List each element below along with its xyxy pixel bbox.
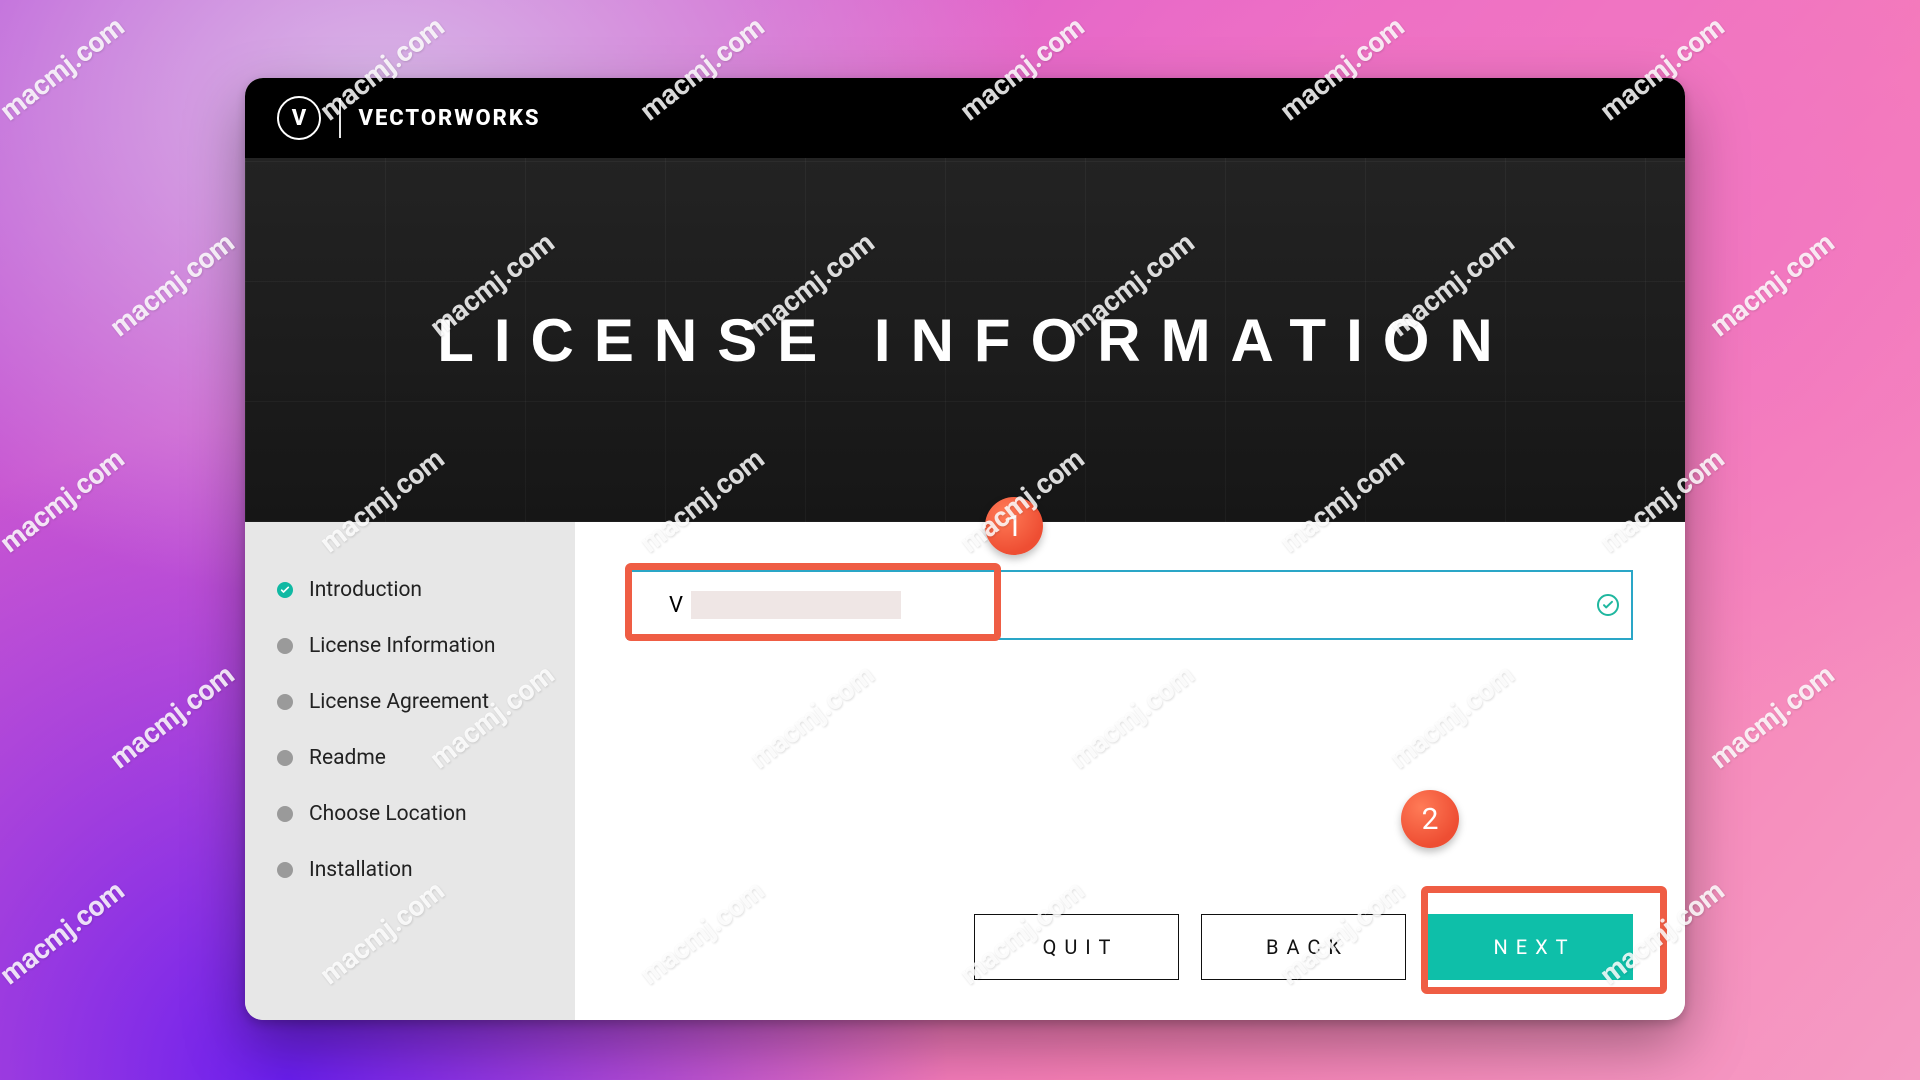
page-title: LICENSE INFORMATION <box>417 306 1513 375</box>
back-button[interactable]: BACK <box>1201 914 1406 980</box>
step-license-information[interactable]: License Information <box>273 618 547 674</box>
logo-letter: V <box>292 106 306 131</box>
step-label: Installation <box>309 858 413 882</box>
dot-icon <box>277 806 293 822</box>
steps-sidebar: Introduction License Information License… <box>245 522 575 1020</box>
step-label: License Information <box>309 634 495 658</box>
hero-banner: LICENSE INFORMATION <box>245 158 1685 522</box>
content-body: Introduction License Information License… <box>245 522 1685 1020</box>
step-introduction[interactable]: Introduction <box>273 562 547 618</box>
step-label: Readme <box>309 746 386 770</box>
watermark-text: macmj.com <box>0 10 131 127</box>
divider <box>339 98 341 138</box>
annotation-number: 1 <box>1006 509 1023 544</box>
step-license-agreement[interactable]: License Agreement <box>273 674 547 730</box>
quit-button[interactable]: QUIT <box>974 914 1179 980</box>
redacted-segment <box>691 591 901 619</box>
dot-icon <box>277 694 293 710</box>
dot-icon <box>277 750 293 766</box>
titlebar: V VECTORWORKS <box>245 78 1685 158</box>
footer-actions: QUIT BACK NEXT <box>974 914 1633 980</box>
serial-field-wrap <box>627 570 1633 640</box>
watermark-text: macmj.com <box>1704 226 1841 343</box>
watermark-text: macmj.com <box>0 442 131 559</box>
check-icon <box>277 582 293 598</box>
next-button[interactable]: NEXT <box>1428 914 1633 980</box>
step-label: Choose Location <box>309 802 467 826</box>
valid-check-icon <box>1597 594 1619 616</box>
watermark-text: macmj.com <box>104 658 241 775</box>
step-choose-location[interactable]: Choose Location <box>273 786 547 842</box>
watermark-text: macmj.com <box>0 874 131 991</box>
installer-window: V VECTORWORKS LICENSE INFORMATION Introd… <box>245 78 1685 1020</box>
watermark-text: macmj.com <box>104 226 241 343</box>
main-panel: QUIT BACK NEXT <box>575 522 1685 1020</box>
dot-icon <box>277 862 293 878</box>
step-label: Introduction <box>309 578 422 602</box>
brand-name: VECTORWORKS <box>359 106 541 131</box>
vectorworks-logo-icon: V <box>277 96 321 140</box>
annotation-number: 2 <box>1422 802 1439 837</box>
annotation-badge-2: 2 <box>1401 790 1459 848</box>
desktop-wallpaper: macmj.com macmj.com macmj.com macmj.com macm… <box>0 0 1920 1080</box>
watermark-text: macmj.com <box>1704 658 1841 775</box>
step-installation[interactable]: Installation <box>273 842 547 898</box>
annotation-badge-1: 1 <box>985 497 1043 555</box>
brand-logo: V VECTORWORKS <box>277 96 541 140</box>
step-readme[interactable]: Readme <box>273 730 547 786</box>
step-label: License Agreement <box>309 690 489 714</box>
dot-icon <box>277 638 293 654</box>
